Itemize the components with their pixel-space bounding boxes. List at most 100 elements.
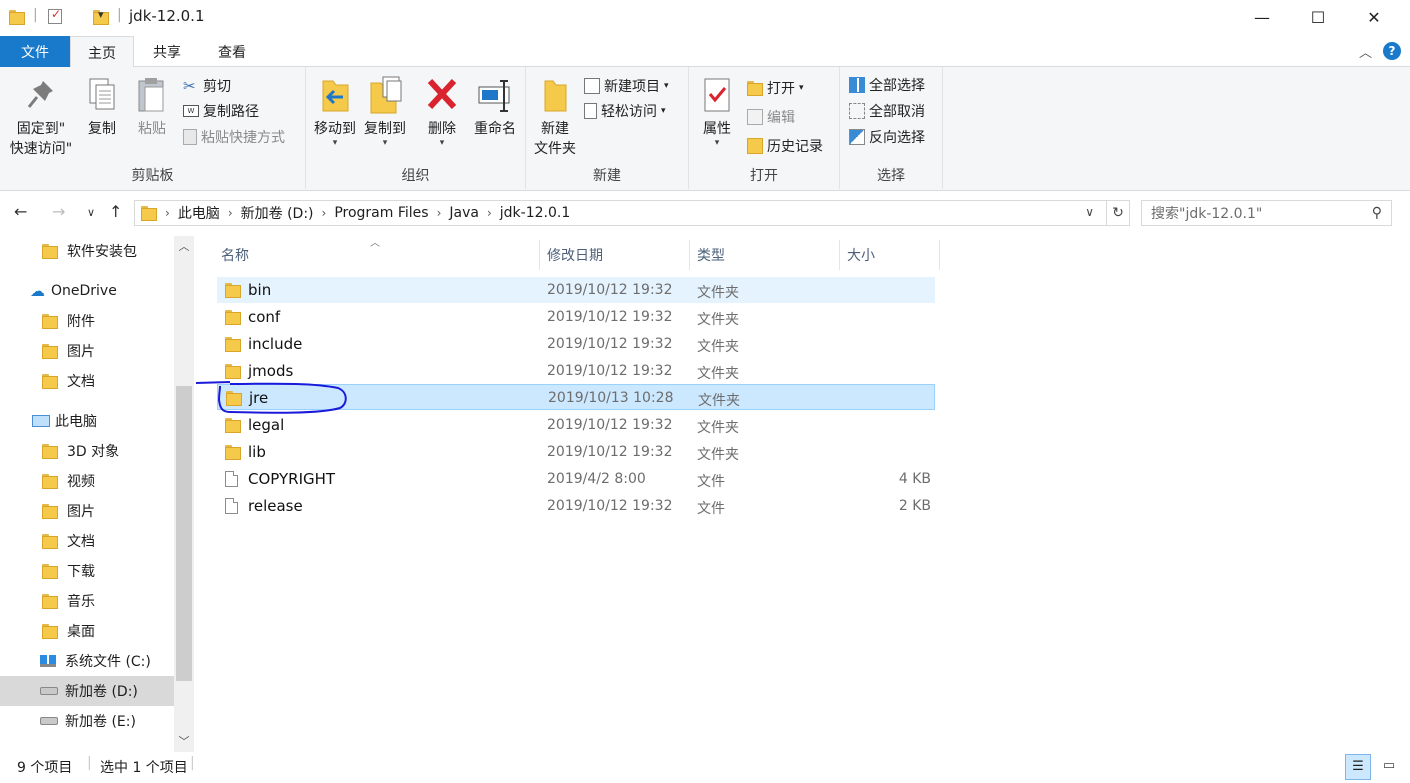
- column-header-date[interactable]: 修改日期: [539, 240, 690, 270]
- customize-quick-access-icon[interactable]: ▾: [98, 8, 104, 21]
- easy-access-label: 轻松访问: [601, 104, 657, 120]
- open-button[interactable]: 打开 ▾: [747, 77, 804, 99]
- sidebar-item-desktop[interactable]: 桌面: [0, 616, 174, 646]
- open-label: 打开: [767, 81, 795, 97]
- sidebar-item-3d-objects[interactable]: 3D 对象: [0, 436, 174, 466]
- sidebar-scrollbar[interactable]: ︿ ﹀: [174, 236, 194, 752]
- select-none-label: 全部取消: [869, 104, 925, 120]
- select-group: 全部选择 全部取消 反向选择 选择: [840, 67, 943, 189]
- breadcrumb-java[interactable]: Java: [449, 205, 479, 221]
- sidebar-item-music[interactable]: 音乐: [0, 586, 174, 616]
- file-row-lib[interactable]: lib 2019/10/12 19:32 文件夹: [217, 439, 935, 465]
- invert-selection-button[interactable]: 反向选择: [849, 126, 925, 148]
- close-button[interactable]: ✕: [1346, 0, 1402, 34]
- sidebar-item-attachments[interactable]: 附件: [0, 306, 174, 336]
- sidebar-item-drive-c[interactable]: 系统文件 (C:): [0, 646, 174, 676]
- pin-quick-access-button[interactable]: 固定到" 快速访问": [6, 75, 76, 159]
- file-type: 文件夹: [697, 312, 739, 328]
- selected-count: 选中 1 个项目: [100, 760, 188, 776]
- scroll-down-icon[interactable]: ﹀: [174, 732, 194, 752]
- sidebar-item-documents[interactable]: 文档: [0, 526, 174, 556]
- sidebar-item-label: 下载: [67, 564, 95, 580]
- scrollbar-thumb[interactable]: [176, 386, 192, 681]
- maximize-button[interactable]: ☐: [1290, 0, 1346, 34]
- up-button[interactable]: ↑: [109, 202, 122, 221]
- sidebar-item-drive-d[interactable]: 新加卷 (D:): [0, 676, 174, 706]
- sidebar-item-pictures[interactable]: 图片: [0, 496, 174, 526]
- sidebar-item-label: 系统文件 (C:): [65, 654, 151, 670]
- organize-group: 移动到 ▾ 复制到 ▾ 删除 ▾ 重命名 组织: [306, 67, 526, 189]
- navigation-bar: ← → ∨ ↑ › 此电脑 › 新加卷 (D:) › Program Files…: [0, 198, 1410, 230]
- copy-button[interactable]: 复制: [82, 75, 122, 139]
- tab-share[interactable]: 共享: [138, 36, 196, 67]
- tab-view[interactable]: 查看: [204, 36, 260, 67]
- new-item-button[interactable]: 新建项目 ▾: [584, 75, 669, 97]
- sidebar-item-software[interactable]: 软件安装包: [0, 236, 174, 266]
- file-row-include[interactable]: include 2019/10/12 19:32 文件夹: [217, 331, 935, 357]
- column-header-size[interactable]: 大小: [839, 240, 940, 270]
- rename-button[interactable]: 重命名: [468, 75, 522, 139]
- sidebar-item-onedrive[interactable]: ☁ OneDrive: [0, 276, 174, 306]
- properties-quick-icon[interactable]: ✓: [48, 7, 62, 24]
- new-folder-label-1: 新建: [541, 121, 569, 137]
- paste-button[interactable]: 粘贴: [132, 75, 172, 139]
- sidebar-item-onedrive-documents[interactable]: 文档: [0, 366, 174, 396]
- breadcrumb-this-pc[interactable]: 此电脑: [178, 203, 220, 223]
- file-date: 2019/4/2 8:00: [547, 471, 646, 487]
- large-icons-view-icon[interactable]: ▭: [1376, 754, 1402, 780]
- open-folder-icon: [747, 80, 763, 96]
- search-input[interactable]: 搜索"jdk-12.0.1" ⚲: [1141, 200, 1392, 226]
- sidebar-item-label: 3D 对象: [67, 444, 120, 460]
- breadcrumb-drive-d[interactable]: 新加卷 (D:): [241, 203, 314, 223]
- refresh-icon: ↻: [1112, 205, 1124, 221]
- windows-drive-icon: [40, 655, 56, 667]
- forward-button[interactable]: →: [52, 202, 65, 221]
- sidebar-item-downloads[interactable]: 下载: [0, 556, 174, 586]
- new-folder-icon: [537, 75, 573, 115]
- delete-button[interactable]: 删除 ▾: [422, 75, 462, 148]
- properties-button[interactable]: 属性 ▾: [697, 75, 737, 148]
- refresh-button[interactable]: ↻: [1107, 200, 1130, 226]
- history-button[interactable]: 历史记录: [747, 135, 823, 157]
- file-row-copyright[interactable]: COPYRIGHT 2019/4/2 8:00 文件 4 KB: [217, 466, 935, 492]
- column-header-type[interactable]: 类型: [689, 240, 840, 270]
- scroll-up-icon[interactable]: ︿: [174, 236, 194, 256]
- copy-path-button[interactable]: W 复制路径: [183, 100, 259, 122]
- breadcrumb-program-files[interactable]: Program Files: [334, 205, 428, 221]
- select-all-button[interactable]: 全部选择: [849, 74, 925, 96]
- recent-locations-button[interactable]: ∨: [87, 206, 95, 219]
- sidebar-item-this-pc[interactable]: 此电脑: [0, 406, 174, 436]
- cut-button[interactable]: ✂ 剪切: [183, 75, 231, 97]
- copy-to-button[interactable]: 复制到 ▾: [360, 75, 410, 148]
- edit-button[interactable]: 编辑: [747, 106, 795, 128]
- file-row-release[interactable]: release 2019/10/12 19:32 文件 2 KB: [217, 493, 935, 519]
- tab-home[interactable]: 主页: [70, 36, 134, 68]
- sidebar-item-onedrive-pictures[interactable]: 图片: [0, 336, 174, 366]
- file-row-bin[interactable]: bin 2019/10/12 19:32 文件夹: [217, 277, 935, 303]
- file-size: 2 KB: [898, 498, 931, 514]
- collapse-ribbon-icon[interactable]: ︿: [1359, 42, 1372, 61]
- details-view-icon[interactable]: ☰: [1345, 754, 1371, 780]
- paste-shortcut-button[interactable]: 粘贴快捷方式: [183, 126, 285, 148]
- new-item-icon: [584, 78, 600, 94]
- file-row-conf[interactable]: conf 2019/10/12 19:32 文件夹: [217, 304, 935, 330]
- easy-access-button[interactable]: 轻松访问 ▾: [584, 100, 666, 122]
- sidebar-item-videos[interactable]: 视频: [0, 466, 174, 496]
- file-name: release: [248, 497, 303, 515]
- help-icon[interactable]: ?: [1383, 42, 1401, 60]
- move-to-button[interactable]: 移动到 ▾: [310, 75, 360, 148]
- column-header-name[interactable]: 名称: [213, 240, 540, 270]
- new-folder-button[interactable]: 新建 文件夹: [530, 75, 580, 159]
- breadcrumb-jdk[interactable]: jdk-12.0.1: [500, 205, 570, 221]
- address-bar[interactable]: › 此电脑 › 新加卷 (D:) › Program Files › Java …: [134, 200, 1107, 226]
- open-group: 属性 ▾ 打开 ▾ 编辑 历史记录 打开: [689, 67, 840, 189]
- chevron-down-icon: ▾: [661, 106, 666, 116]
- sidebar-item-drive-e[interactable]: 新加卷 (E:): [0, 706, 174, 736]
- select-none-button[interactable]: 全部取消: [849, 100, 925, 122]
- minimize-button[interactable]: —: [1234, 0, 1290, 34]
- address-dropdown-icon[interactable]: ∨: [1085, 205, 1094, 219]
- tab-file[interactable]: 文件: [0, 36, 70, 67]
- search-icon[interactable]: ⚲: [1372, 205, 1382, 221]
- sidebar-item-label: 音乐: [67, 594, 95, 610]
- back-button[interactable]: ←: [14, 202, 27, 221]
